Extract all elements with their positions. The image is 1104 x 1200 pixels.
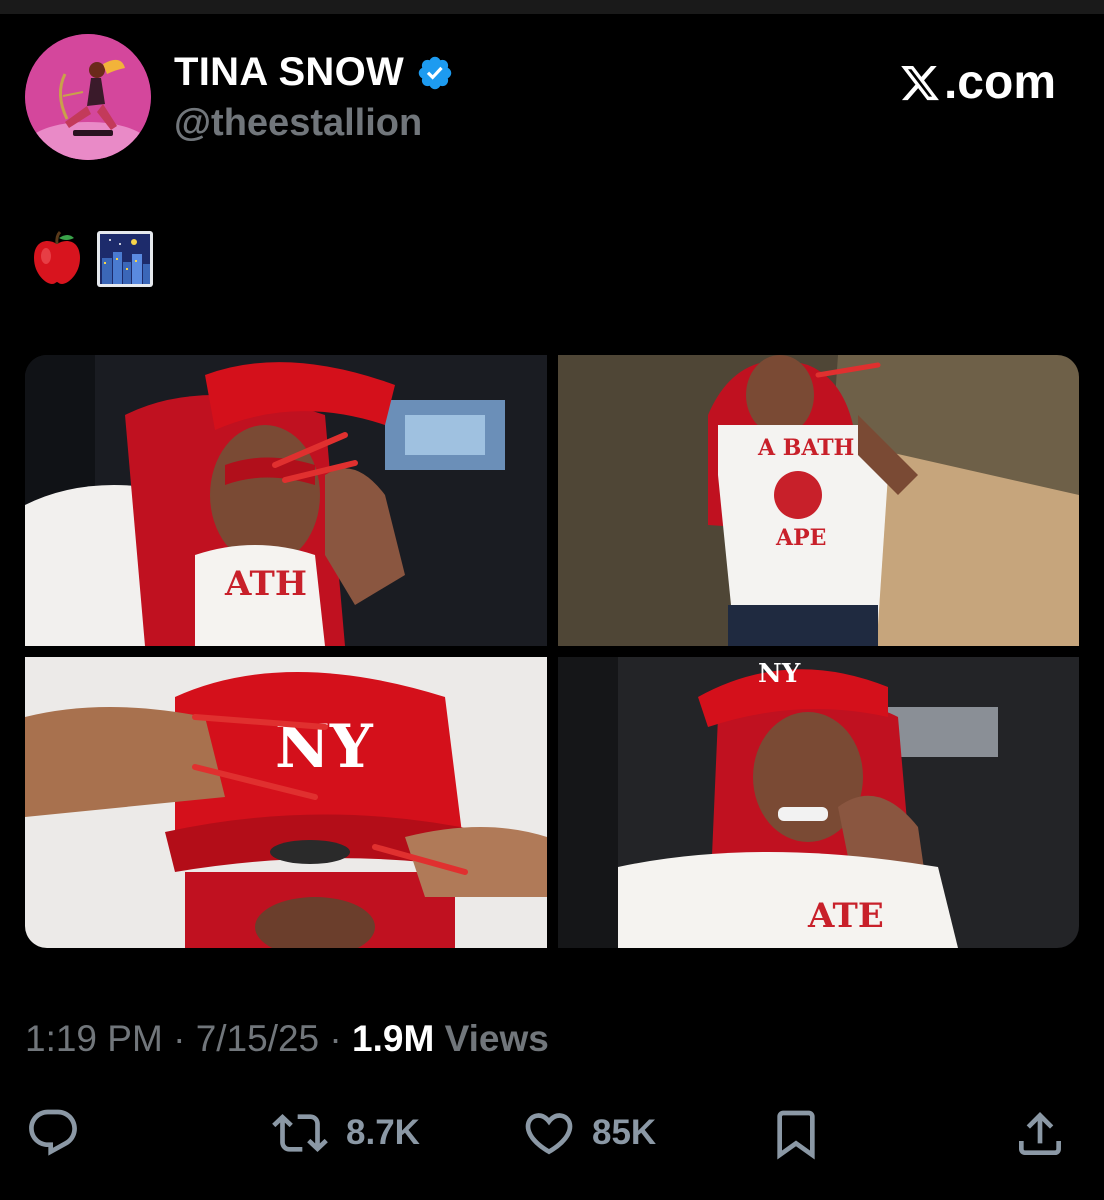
apple-emoji-icon [30,230,84,288]
tweet-time[interactable]: 1:19 PM [25,1018,163,1059]
views-label: Views [444,1018,549,1059]
svg-text:A BATH: A BATH [757,435,854,461]
like-count: 85K [592,1113,657,1152]
top-status-strip [0,0,1104,14]
share-icon [1012,1105,1068,1163]
avatar[interactable] [25,34,151,160]
photo-closeup-red-cap[interactable]: NY [25,657,547,948]
night-city-emoji-icon [96,230,154,288]
like-button[interactable]: 85K [520,1105,656,1161]
views-count: 1.9M [352,1018,435,1059]
action-bar: 8.7K 85K [0,1105,1104,1165]
display-name[interactable]: TINA SNOW [174,50,404,95]
user-handle[interactable]: @theestallion [174,102,422,145]
svg-text:ATE: ATE [807,896,884,936]
bookmark-button[interactable] [768,1105,824,1163]
photo-car-selfie-cap[interactable]: ATH [25,355,547,646]
verified-badge-icon [416,54,454,92]
svg-text:APE: APE [775,525,826,551]
retweet-button[interactable]: 8.7K [268,1105,420,1161]
bookmark-icon [768,1105,824,1163]
retweet-count: 8.7K [346,1113,420,1152]
svg-text:NY: NY [758,659,801,689]
reply-icon [25,1105,81,1161]
photo-car-selfie-smile[interactable]: NY ATE [558,657,1079,948]
x-com-logo: .com [898,55,1056,110]
reply-button[interactable] [25,1105,95,1161]
x-logo-icon [898,62,942,104]
meta-separator: · [329,1018,353,1059]
svg-text:ATH: ATH [224,564,307,604]
photo-standing-white-tee[interactable]: A BATH APE [558,355,1079,646]
media-grid: ATH A BATH APE NY NY ATE [25,355,1079,948]
site-label: .com [943,56,1056,109]
heart-icon [520,1105,578,1161]
meta-separator: · [173,1018,196,1059]
share-button[interactable] [1012,1105,1068,1163]
retweet-icon [268,1105,332,1161]
tweet-text [30,230,154,288]
tweet-meta: 1:19 PM · 7/15/25 · 1.9M Views [25,1018,549,1060]
tweet-date[interactable]: 7/15/25 [196,1018,319,1059]
